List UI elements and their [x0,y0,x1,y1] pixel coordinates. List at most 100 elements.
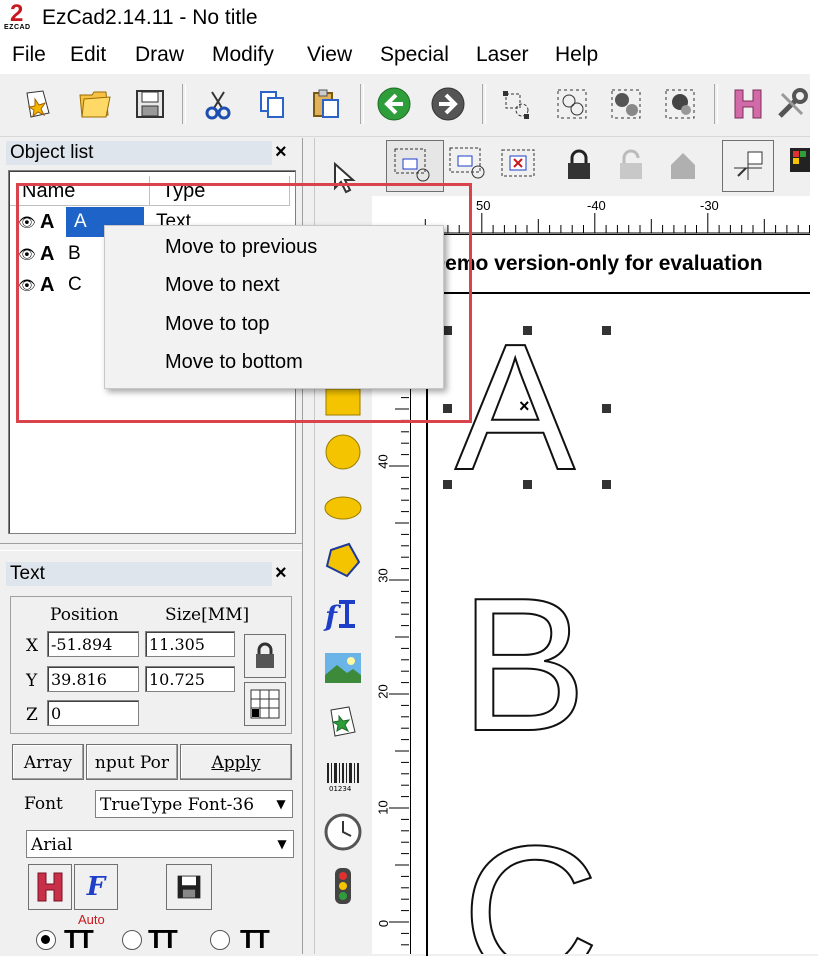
clock-icon[interactable] [321,810,365,854]
menu-file[interactable]: File [12,43,46,67]
ruler-label: -30 [700,198,719,213]
menu-laser[interactable]: Laser [476,43,529,67]
demo-banner: Demo version-only for evaluation [430,252,763,275]
menu-special[interactable]: Special [380,43,449,67]
open-folder-icon[interactable] [72,82,116,126]
rotate-select-icon [449,147,485,179]
font-format-button[interactable]: F [74,864,118,910]
canvas-letter-a[interactable]: A [454,317,576,499]
text-tool-icon[interactable]: f [321,592,365,636]
align-radio-2[interactable] [122,930,142,950]
unlock-all-button[interactable] [660,140,706,190]
ellipse-icon[interactable] [321,486,365,530]
new-file-icon[interactable] [16,82,60,126]
menu-modify[interactable]: Modify [212,43,274,67]
title-bar: 2 EZCAD EzCad2.14.11 - No title [0,0,810,38]
menu-view[interactable]: View [307,43,352,67]
selection-handle[interactable] [523,480,532,489]
text-panel-close-icon[interactable]: × [275,562,287,585]
font-type-value: TrueType Font-36 [100,795,255,815]
italic-f-icon: F [86,872,106,902]
save-font-button[interactable] [166,864,212,910]
save-icon [177,875,201,899]
grid-icon [250,689,280,719]
font-name-select[interactable]: Arial ▼ [26,830,294,858]
position-x-field[interactable]: -51.894 [47,631,139,657]
polygon-icon[interactable] [321,538,365,582]
hatch-icon[interactable] [726,82,770,126]
circle-icon[interactable] [321,430,365,474]
selection-handle[interactable] [602,326,611,335]
x-label: X [26,636,39,656]
unlock-object-button[interactable] [608,140,654,190]
position-z-field[interactable]: 0 [47,700,139,726]
align-icon [734,151,763,180]
toolbar-separator [182,84,186,124]
bitmap-icon[interactable] [321,646,365,690]
group-icon[interactable] [550,82,594,126]
selection-handle[interactable] [443,480,452,489]
position-label: Position [50,605,119,625]
node-edit-icon[interactable] [494,82,538,126]
position-y-field[interactable]: 39.816 [47,666,139,692]
panel-splitter[interactable] [0,543,302,551]
align-radio-3[interactable] [210,930,230,950]
input-port-button[interactable]: nput Por [86,744,178,780]
size-x-field[interactable]: 11.305 [145,631,235,657]
array-button[interactable]: Array [12,744,84,780]
apply-button[interactable]: Apply [180,744,292,780]
lock-object-button[interactable] [556,140,602,190]
save-icon[interactable] [128,82,172,126]
main-toolbar [0,74,810,137]
input-port-icon[interactable] [321,864,365,908]
window-edge [810,0,818,954]
highlight-box [16,183,472,423]
tools-icon[interactable] [774,82,810,126]
y-label: Y [26,671,38,691]
ruler-label: 40 [375,454,391,469]
size-y-field[interactable]: 10.725 [145,666,235,692]
combine-icon[interactable] [658,82,702,126]
ruler-label: 50 [476,198,491,213]
chevron-down-icon[interactable]: ▼ [272,794,290,814]
logo-text: EZCAD [4,24,31,31]
paste-icon[interactable] [304,82,348,126]
color-button[interactable] [784,140,810,190]
menu-bar: File Edit Draw Modify View Special Laser… [0,38,810,74]
chevron-down-icon[interactable]: ▼ [273,834,291,854]
svg-text:01234: 01234 [329,785,352,792]
ruler-label: 0 [376,919,392,928]
menu-edit[interactable]: Edit [70,43,106,67]
lock-ratio-button[interactable] [244,634,286,678]
ungroup-icon[interactable] [604,82,648,126]
barcode-icon[interactable]: 01234 [321,754,365,798]
back-arrow-icon[interactable] [372,82,416,126]
canvas-letter-b[interactable]: B [459,569,588,761]
selection-handle[interactable] [602,404,611,413]
unlock-all-icon [671,153,695,179]
copy-icon[interactable] [250,82,294,126]
selection-handle[interactable] [602,480,611,489]
select-delete-button[interactable] [496,140,542,190]
hatch-font-button[interactable] [28,864,72,910]
font-type-select[interactable]: TrueType Font-36 ▼ [95,790,293,818]
ruler-label: 30 [375,568,391,583]
ruler-label: 10 [375,800,391,815]
anchor-grid-button[interactable] [244,682,286,726]
canvas-letter-c[interactable]: C [462,818,599,954]
toolbar-separator [482,84,486,124]
align-radio-1[interactable] [36,930,56,950]
object-list-close-icon[interactable]: × [275,141,287,164]
vector-file-icon[interactable] [321,700,365,744]
cut-icon[interactable] [196,82,240,126]
hatch-icon [37,872,63,902]
selection-handle[interactable] [523,326,532,335]
center-mark-icon: × [519,396,530,416]
text-spacing-icon: TT [148,924,178,954]
menu-help[interactable]: Help [555,43,598,67]
align-button[interactable] [722,140,774,192]
forward-arrow-icon[interactable] [426,82,470,126]
lock-icon [256,642,274,668]
menu-draw[interactable]: Draw [135,43,184,67]
window-title: EzCad2.14.11 - No title [42,6,258,29]
